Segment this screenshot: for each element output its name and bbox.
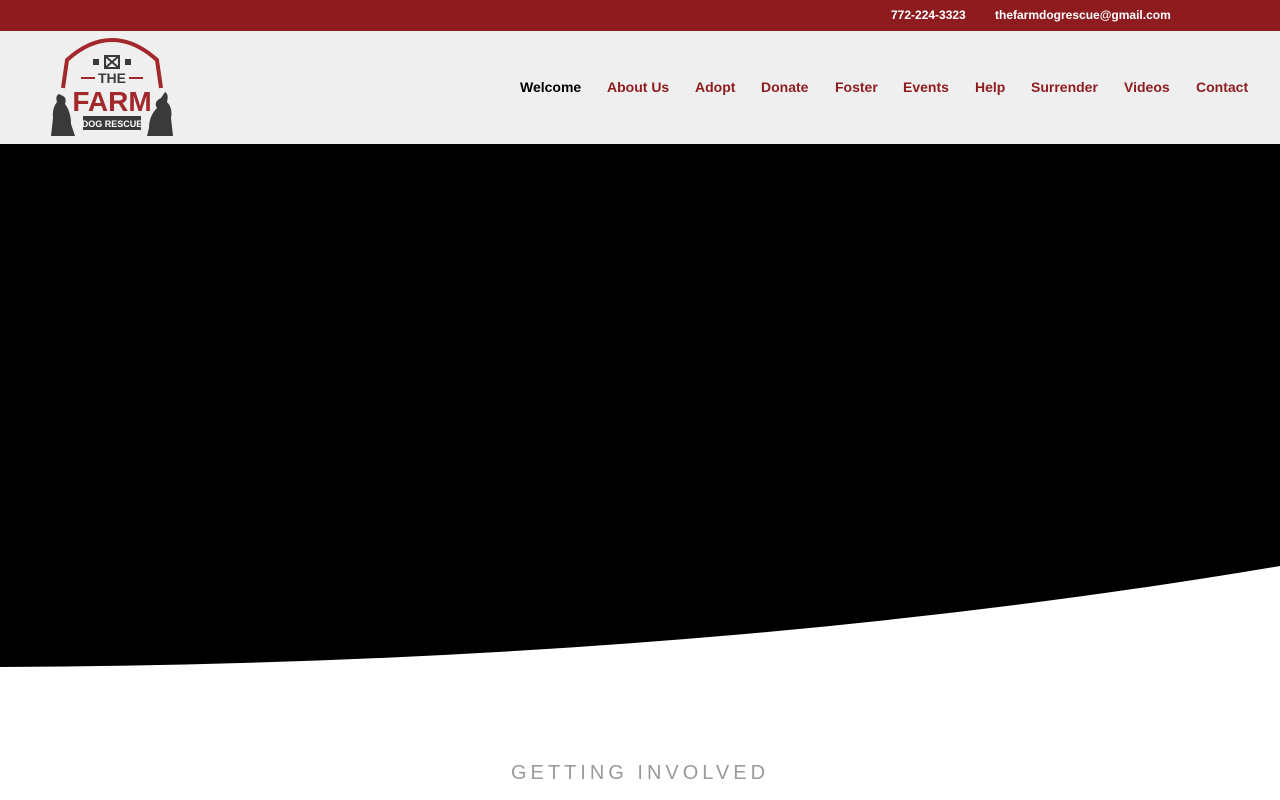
top-contact-bar: 772-224-3323 thefarmdogrescue@gmail.com xyxy=(0,0,1280,31)
nav-videos[interactable]: Videos xyxy=(1124,79,1170,95)
email-link[interactable]: thefarmdogrescue@gmail.com xyxy=(995,8,1171,22)
nav-surrender[interactable]: Surrender xyxy=(1031,79,1098,95)
nav-contact[interactable]: Contact xyxy=(1196,79,1248,95)
main-nav: Welcome About Us Adopt Donate Foster Eve… xyxy=(0,79,1280,99)
hero-banner xyxy=(0,144,1280,667)
nav-help[interactable]: Help xyxy=(975,79,1005,95)
nav-welcome[interactable]: Welcome xyxy=(520,79,581,95)
section-title: GETTING INVOLVED xyxy=(510,762,770,784)
nav-donate[interactable]: Donate xyxy=(761,79,808,95)
logo-text-sub: DOG RESCUE xyxy=(82,119,143,129)
site-header: THE FARM DOG RESCUE Welcome About Us Ado… xyxy=(0,31,1280,144)
nav-adopt[interactable]: Adopt xyxy=(695,79,735,95)
nav-foster[interactable]: Foster xyxy=(835,79,878,95)
phone-link[interactable]: 772-224-3323 xyxy=(891,8,966,22)
nav-events[interactable]: Events xyxy=(903,79,949,95)
nav-about-us[interactable]: About Us xyxy=(607,79,669,95)
